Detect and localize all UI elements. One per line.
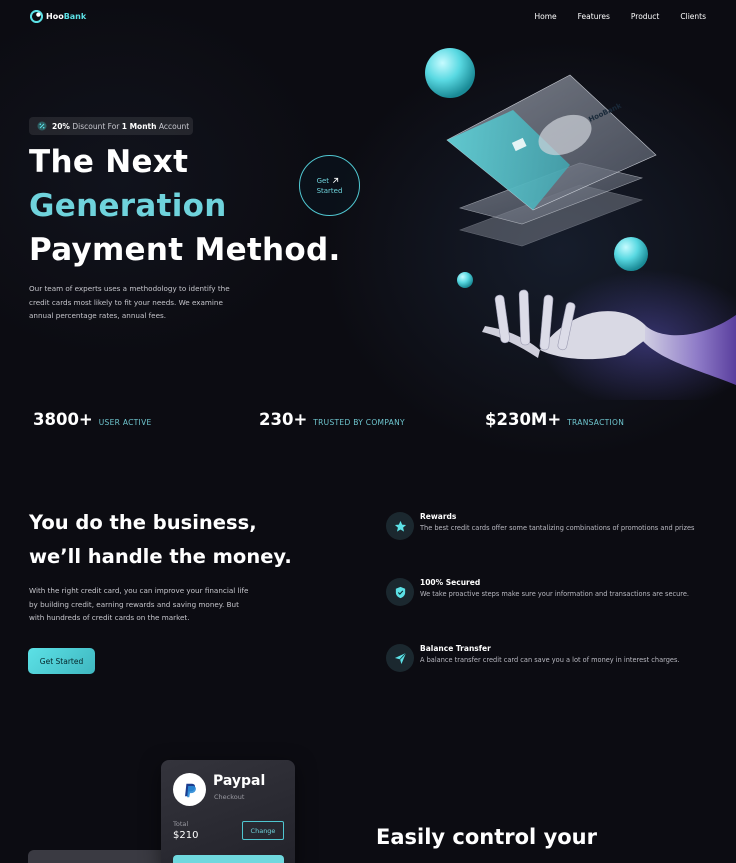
paypal-logo-icon	[173, 773, 206, 806]
decor-sphere-large	[425, 48, 475, 98]
nav-links: Home Features Product Clients	[513, 12, 706, 21]
nav-link-home[interactable]: Home	[534, 12, 556, 21]
cta-label-line-2: Started	[316, 186, 343, 195]
nav-link-features[interactable]: Features	[578, 12, 610, 21]
get-started-circle-button[interactable]: Get Started	[299, 155, 360, 216]
stat-value: 3800+	[33, 410, 93, 429]
stat-label: TRUSTED BY COMPANY	[313, 418, 405, 427]
discount-icon	[37, 121, 47, 131]
get-started-button[interactable]: Get Started	[28, 648, 95, 674]
brand-name: HooBank	[46, 12, 87, 21]
decor-sphere-medium	[614, 237, 648, 271]
shield-icon	[386, 578, 414, 606]
paypal-checkout-card: Paypal Checkout Total $210 Change	[161, 760, 295, 863]
hero-title-line-2: Generation	[29, 188, 227, 224]
stat-companies: 230+ TRUSTED BY COMPANY	[259, 410, 405, 429]
hero-description: Our team of experts uses a methodology t…	[29, 284, 230, 320]
badge-text: 20% Discount For 1 Month Account	[52, 121, 190, 131]
paypal-title: Paypal	[213, 773, 266, 789]
nav-link-product[interactable]: Product	[631, 12, 659, 21]
stat-value: $230M+	[485, 410, 562, 429]
stat-value: 230+	[259, 410, 308, 429]
billing-section-title: Easily control your	[376, 825, 597, 849]
decor-sphere-small	[457, 272, 473, 288]
hero-title-line-1: The Next	[29, 144, 189, 180]
change-button[interactable]: Change	[242, 821, 284, 840]
business-description: With the right credit card, you can impr…	[29, 586, 249, 622]
arrow-up-right-icon	[333, 177, 339, 183]
send-icon	[386, 644, 414, 672]
hoobank-logo-icon	[30, 10, 43, 23]
stat-transactions: $230M+ TRANSACTION	[485, 410, 624, 429]
business-title-line-2: we’ll handle the money.	[29, 545, 292, 568]
pay-button[interactable]	[173, 855, 284, 863]
hero-robot-hand-cards-illustration: HooBank	[425, 48, 736, 400]
stat-users: 3800+ USER ACTIVE	[33, 410, 152, 429]
cta-label-line-1: Get	[316, 176, 330, 185]
stat-label: TRANSACTION	[567, 418, 625, 427]
background-card	[28, 850, 168, 863]
total-value: $210	[173, 830, 199, 841]
feature-title: 100% Secured	[420, 578, 481, 587]
nav-link-clients[interactable]: Clients	[680, 12, 706, 21]
feature-text: We take proactive steps make sure your i…	[420, 590, 690, 598]
feature-text: The best credit cards offer some tantali…	[420, 524, 695, 532]
navbar: HooBank Home Features Product Clients	[0, 0, 736, 34]
business-title-line-1: You do the business,	[29, 511, 257, 534]
hero-title-line-3: Payment Method.	[29, 232, 341, 268]
star-icon	[386, 512, 414, 540]
discount-badge: 20% Discount For 1 Month Account	[29, 117, 193, 135]
paypal-subtitle: Checkout	[214, 793, 245, 801]
brand-logo[interactable]: HooBank	[30, 10, 86, 23]
feature-title: Balance Transfer	[420, 644, 491, 653]
stat-label: USER ACTIVE	[98, 418, 152, 427]
feature-text: A balance transfer credit card can save …	[420, 656, 680, 664]
feature-title: Rewards	[420, 512, 457, 521]
landing-page: HooBank Home Features Product Clients 20…	[0, 0, 736, 863]
total-label: Total	[173, 820, 189, 828]
